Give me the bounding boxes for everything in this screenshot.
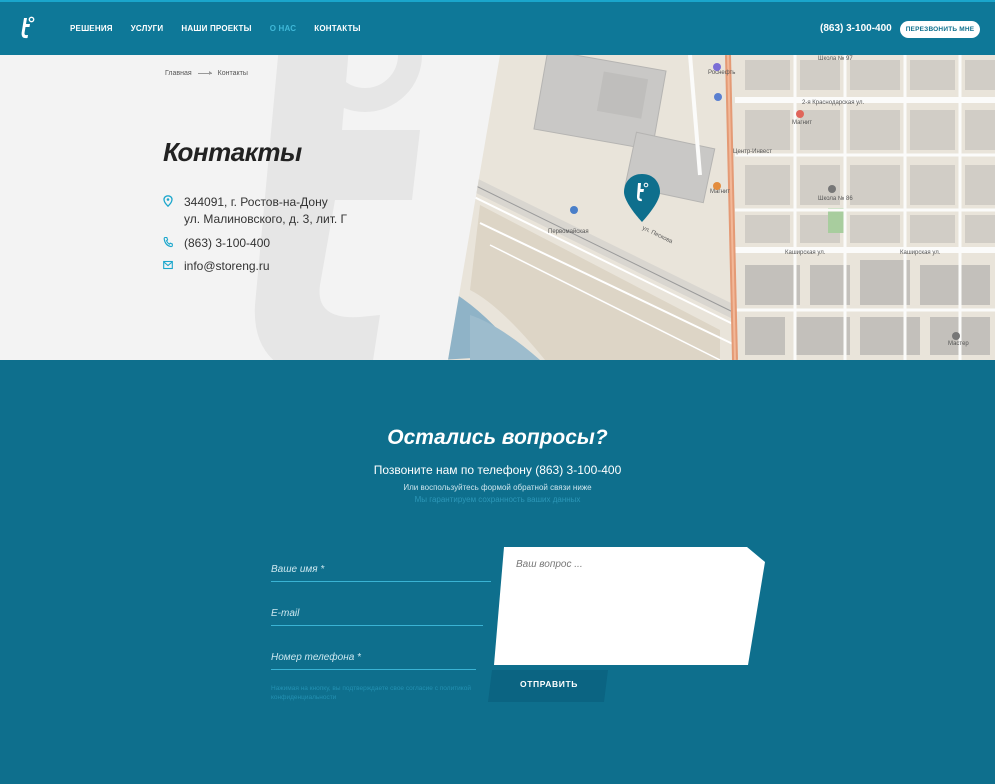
logo-icon[interactable] [19,16,35,40]
map-label-kashirskaya-2: Каширская ул. [900,250,941,256]
contact-phone: (863) 3-100-400 [163,235,270,252]
consent-text: Нажимая на кнопку, вы подтверждаете свое… [271,685,471,701]
mail-icon [163,260,173,270]
map-label-school-86: Школа № 86 [818,195,853,202]
questions-privacy[interactable]: Мы гарантируем сохранность ваших данных [0,495,995,504]
header-phone[interactable]: (863) 3-100-400 [820,23,892,34]
question-textarea[interactable] [516,559,736,649]
map-label-station: Первомайская [548,228,589,235]
submit-label: ОТПРАВИТЬ [520,679,578,689]
map-label-magnit-2: Магнит [710,189,730,195]
nav-item-services[interactable]: УСЛУГИ [131,24,164,33]
nav-item-contacts[interactable]: КОНТАКТЫ [314,24,360,33]
contacts-hero: 2-я Краснодарская ул. Каширская ул. Каши… [0,55,995,360]
map-label-center-invest: Центр-Инвест [733,149,772,155]
questions-section: Остались вопросы? Позвоните нам по телеф… [0,360,995,784]
question-box [490,545,770,670]
contact-address: 344091, г. Ростов-на-Дону ул. Малиновско… [163,194,347,228]
callback-button[interactable]: ПЕРЕЗВОНИТЬ МНЕ [900,21,980,38]
page-title: Контакты [163,137,302,167]
phone-field-wrap [271,647,476,670]
address-line-1: 344091, г. Ростов-на-Дону [184,195,328,209]
nav-item-projects[interactable]: НАШИ ПРОЕКТЫ [181,24,251,33]
contact-phone-text[interactable]: (863) 3-100-400 [184,235,270,252]
contact-email-text[interactable]: info@storeng.ru [184,258,270,275]
breadcrumb-home[interactable]: Главная [165,70,192,77]
map-label-krasnodarskaya: 2-я Краснодарская ул. [802,100,864,106]
main-nav: РЕШЕНИЯ УСЛУГИ НАШИ ПРОЕКТЫ О НАС КОНТАК… [70,24,379,33]
phone-icon [163,236,173,248]
questions-hint: Или воспользуйтесь формой обратной связи… [403,483,592,492]
site-header: РЕШЕНИЯ УСЛУГИ НАШИ ПРОЕКТЫ О НАС КОНТАК… [0,0,995,55]
nav-item-solutions[interactable]: РЕШЕНИЯ [70,24,113,33]
breadcrumb-current: Контакты [217,70,248,77]
name-input[interactable] [271,564,491,582]
questions-phone: Позвоните нам по телефону (863) 3-100-40… [373,463,622,477]
email-field-wrap [271,603,483,626]
phone-input[interactable] [271,652,476,670]
map-label-school-97: Школа № 97 [818,55,853,62]
location-map[interactable]: 2-я Краснодарская ул. Каширская ул. Каши… [0,55,995,360]
contact-email: info@storeng.ru [163,258,270,275]
map-label-rosneft: Роснефть [708,70,735,76]
breadcrumb: Главная Контакты [165,70,248,77]
location-icon [163,195,173,207]
arrow-right-icon [197,71,212,75]
map-label-kashirskaya: Каширская ул. [785,250,826,256]
submit-button[interactable]: ОТПРАВИТЬ [488,666,610,702]
email-input[interactable] [271,608,483,626]
nav-item-about[interactable]: О НАС [270,24,297,33]
questions-title: Остались вопросы? [387,426,608,449]
name-field-wrap [271,559,491,582]
address-line-2: ул. Малиновского, д. 3, лит. Г [184,212,348,226]
map-label-master: Мастер [948,341,969,347]
map-label-magnit-1: Магнит [792,120,812,126]
